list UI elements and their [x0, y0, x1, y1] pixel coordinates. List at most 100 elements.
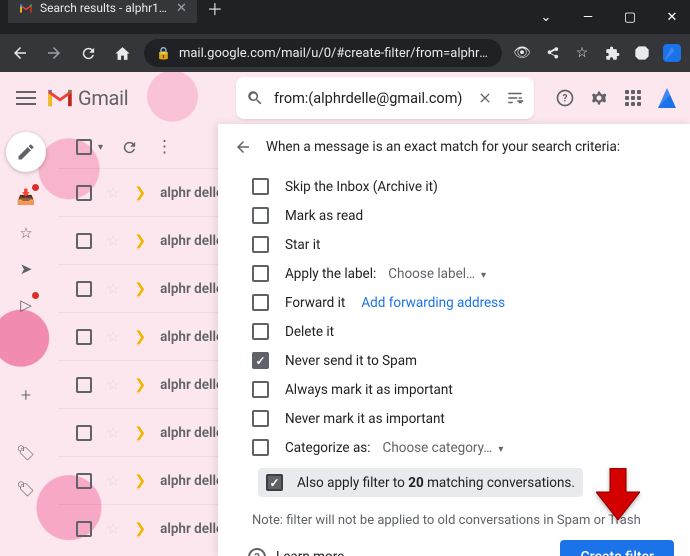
url-text: mail.google.com/mail/u/0/#create-filter/… [179, 46, 490, 61]
select-dropdown-icon[interactable]: ▾ [98, 142, 103, 153]
important-icon[interactable]: ❯ [134, 425, 146, 441]
star-icon[interactable]: ☆ [106, 375, 120, 394]
add-forwarding-link[interactable]: Add forwarding address [361, 295, 505, 311]
row-checkbox[interactable] [76, 521, 92, 537]
filter-option-skip-inbox[interactable]: Skip the Inbox (Archive it) [234, 172, 674, 201]
bookmark-star-icon[interactable]: ☆ [572, 43, 592, 63]
refresh-icon[interactable] [121, 139, 138, 156]
alphr-account-icon[interactable] [656, 87, 678, 109]
chevron-down-icon: ▾ [481, 270, 486, 281]
home-button[interactable] [110, 41, 134, 65]
filter-option-apply-label[interactable]: Apply the label:Choose label…▾ [234, 259, 674, 288]
checkbox-icon[interactable] [252, 323, 269, 340]
adblock-icon[interactable] [632, 43, 652, 63]
filter-option-never-important[interactable]: Never mark it as important [234, 404, 674, 433]
row-checkbox[interactable] [76, 473, 92, 489]
create-filter-button[interactable]: Create filter [560, 540, 674, 556]
gmail-brand-text: Gmail [78, 86, 128, 110]
star-icon[interactable]: ☆ [106, 471, 120, 490]
settings-icon[interactable] [588, 87, 610, 109]
label-select[interactable]: Choose label…▾ [388, 266, 486, 282]
row-checkbox[interactable] [76, 281, 92, 297]
compose-button[interactable] [6, 132, 46, 172]
search-icon[interactable] [244, 89, 266, 107]
checkbox-icon[interactable] [252, 207, 269, 224]
minimize-button[interactable]: ― [578, 7, 598, 27]
filter-option-mark-read[interactable]: Mark as read [234, 201, 674, 230]
support-icon[interactable]: ? [554, 87, 576, 109]
chevron-down-icon[interactable]: ⌄ [536, 7, 556, 27]
label-rail-icon-1[interactable]: 🏷 [15, 442, 37, 464]
star-icon[interactable]: ☆ [106, 279, 120, 298]
checkbox-icon[interactable] [252, 410, 269, 427]
row-checkbox[interactable] [76, 233, 92, 249]
eye-extension-icon[interactable]: 👁 [512, 43, 532, 63]
drafts-rail-icon[interactable]: ▷ [15, 294, 37, 316]
checkbox-icon[interactable] [252, 265, 269, 282]
checkbox-icon[interactable] [252, 381, 269, 398]
checkbox-icon[interactable] [252, 439, 269, 456]
filter-option-forward[interactable]: Forward itAdd forwarding address [234, 288, 674, 317]
gmail-logo[interactable]: Gmail [46, 86, 128, 110]
important-icon[interactable]: ❯ [134, 185, 146, 201]
more-icon[interactable]: ⋮ [156, 137, 173, 157]
filter-option-star[interactable]: Star it [234, 230, 674, 259]
apps-grid-icon[interactable] [622, 87, 644, 109]
checkbox-icon[interactable] [252, 178, 269, 195]
inbox-rail-icon[interactable]: 📥 [15, 186, 37, 208]
reload-button[interactable] [76, 41, 100, 65]
important-icon[interactable]: ❯ [134, 329, 146, 345]
checkbox-checked-icon[interactable] [252, 352, 269, 369]
close-window-button[interactable]: ✕ [662, 7, 682, 27]
row-checkbox[interactable] [76, 185, 92, 201]
select-all-checkbox[interactable] [76, 139, 92, 155]
new-tab-button[interactable]: ＋ [207, 0, 223, 20]
main-menu-icon[interactable] [12, 91, 40, 105]
back-button[interactable] [8, 41, 32, 65]
browser-toolbar: 🔒 mail.google.com/mail/u/0/#create-filte… [0, 34, 690, 72]
gmail-header: Gmail from:(alphrdelle@gmail.com) ? [0, 72, 690, 124]
row-checkbox[interactable] [76, 329, 92, 345]
important-icon[interactable]: ❯ [134, 281, 146, 297]
expand-rail-icon[interactable]: + [15, 384, 37, 406]
row-checkbox[interactable] [76, 377, 92, 393]
sender-name: alphr delle [160, 185, 223, 201]
share-icon[interactable] [542, 43, 562, 63]
star-icon[interactable]: ☆ [106, 423, 120, 442]
important-icon[interactable]: ❯ [134, 377, 146, 393]
filter-option-always-important[interactable]: Always mark it as important [234, 375, 674, 404]
sent-rail-icon[interactable]: ➤ [15, 258, 37, 280]
important-icon[interactable]: ❯ [134, 521, 146, 537]
filter-option-delete[interactable]: Delete it [234, 317, 674, 346]
search-options-icon[interactable] [504, 89, 526, 107]
important-icon[interactable]: ❯ [134, 473, 146, 489]
filter-option-never-spam[interactable]: Never send it to Spam [234, 346, 674, 375]
label-rail-icon-2[interactable]: 🏷 [15, 478, 37, 500]
browser-tab[interactable]: Search results - alphr101@gmail… ✕ [8, 0, 197, 23]
checkbox-icon[interactable] [252, 236, 269, 253]
category-select[interactable]: Choose category…▾ [383, 440, 504, 456]
alphr-extension-icon[interactable] [662, 43, 682, 63]
maximize-button[interactable]: ▢ [620, 7, 640, 27]
learn-more-link[interactable]: Learn more [276, 549, 344, 556]
filter-apply-existing[interactable]: Also apply filter to 20 matching convers… [258, 468, 583, 497]
address-bar[interactable]: 🔒 mail.google.com/mail/u/0/#create-filte… [144, 39, 502, 67]
checkbox-icon[interactable] [252, 294, 269, 311]
chevron-down-icon: ▾ [498, 444, 503, 455]
starred-rail-icon[interactable]: ☆ [15, 222, 37, 244]
important-icon[interactable]: ❯ [134, 233, 146, 249]
search-bar[interactable]: from:(alphrdelle@gmail.com) [236, 77, 534, 119]
star-icon[interactable]: ☆ [106, 231, 120, 250]
filter-option-categorize[interactable]: Categorize as:Choose category…▾ [234, 433, 674, 462]
star-icon[interactable]: ☆ [106, 327, 120, 346]
help-icon[interactable]: ? [248, 548, 266, 556]
star-icon[interactable]: ☆ [106, 519, 120, 538]
sender-name: alphr delle [160, 425, 223, 441]
clear-search-icon[interactable] [474, 90, 496, 106]
star-icon[interactable]: ☆ [106, 183, 120, 202]
back-arrow-icon[interactable] [234, 138, 252, 156]
checkbox-checked-icon[interactable] [266, 474, 283, 491]
row-checkbox[interactable] [76, 425, 92, 441]
extensions-icon[interactable] [602, 43, 622, 63]
tab-close-icon[interactable]: ✕ [176, 1, 187, 16]
